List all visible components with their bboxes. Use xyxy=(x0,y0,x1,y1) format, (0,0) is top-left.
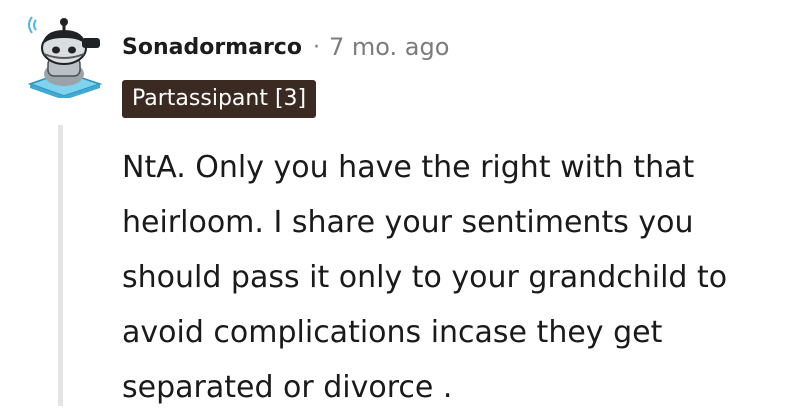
comment-timestamp[interactable]: 7 mo. ago xyxy=(329,33,449,61)
comment: Sonadormarco · 7 mo. ago Partassipant [3… xyxy=(0,0,809,406)
meta-separator: · xyxy=(312,34,320,60)
thread-collapse-line[interactable] xyxy=(58,125,63,406)
comment-body: NtA. Only you have the right with that h… xyxy=(122,150,728,405)
comment-header: Sonadormarco · 7 mo. ago xyxy=(122,30,449,64)
snoo-avatar-icon xyxy=(27,16,103,98)
user-flair: Partassipant [3] xyxy=(122,80,317,118)
user-avatar[interactable] xyxy=(22,14,106,98)
username-link[interactable]: Sonadormarco xyxy=(122,35,302,60)
